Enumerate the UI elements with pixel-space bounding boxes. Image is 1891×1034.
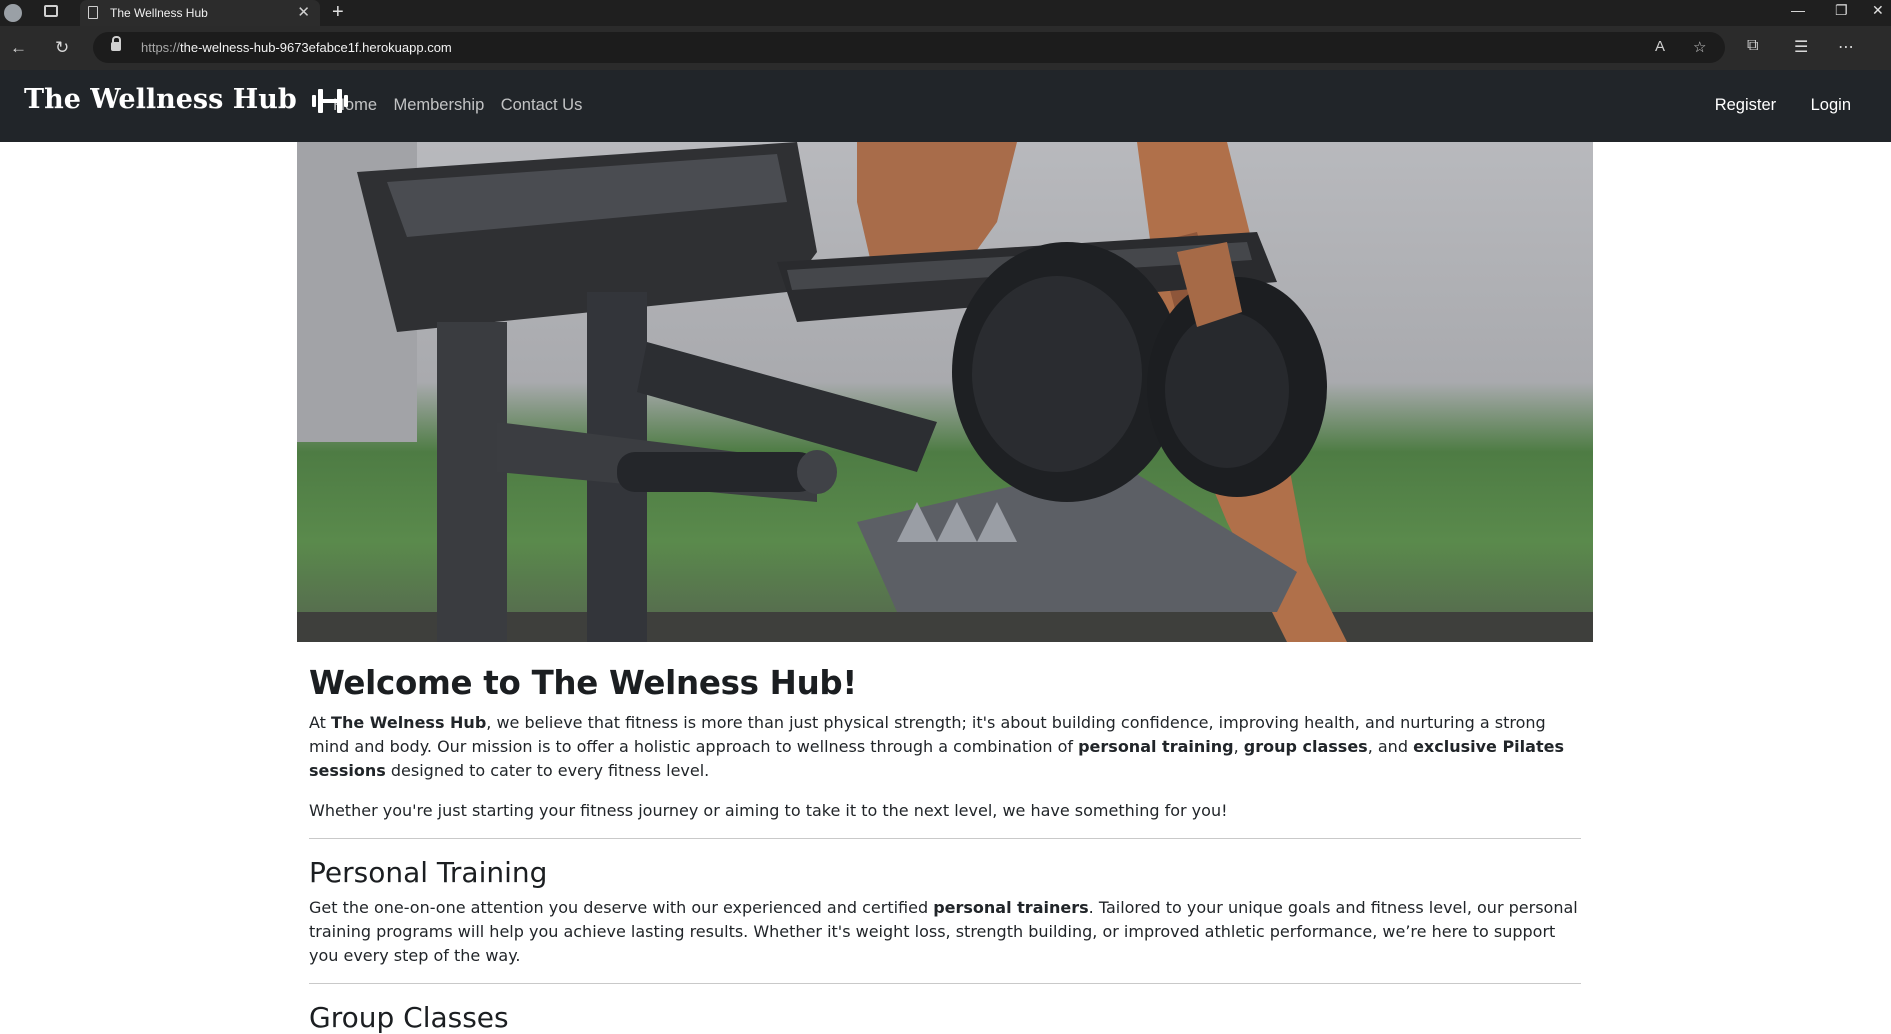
welcome-paragraph-1: At The Welness Hub, we believe that fitn… <box>309 713 1564 780</box>
section-divider <box>309 983 1581 984</box>
personal-training-heading: Personal Training <box>309 856 548 889</box>
browser-tab[interactable]: The Wellness Hub ✕ <box>80 0 320 26</box>
lock-icon[interactable] <box>111 36 121 51</box>
new-tab-icon[interactable]: + <box>332 1 344 24</box>
nav-membership-link[interactable]: Membership <box>393 96 484 114</box>
welcome-heading: Welcome to The Welness Hub! <box>309 664 857 702</box>
address-bar: ← ↻ https://the-welness-hub-9673efabce1f… <box>0 26 1891 70</box>
welcome-paragraph-2: Whether you're just starting your fitnes… <box>309 801 1228 820</box>
group-classes-heading: Group Classes <box>309 1001 509 1034</box>
brand-logo[interactable]: The Wellness Hub <box>24 84 350 116</box>
main-content: Welcome to The Welness Hub! At The Welne… <box>309 664 1581 1034</box>
close-tab-icon[interactable]: ✕ <box>297 3 310 21</box>
hero-illustration <box>297 142 1593 642</box>
section-divider <box>309 838 1581 839</box>
read-aloud-icon[interactable]: A <box>1655 38 1665 55</box>
personal-training-paragraph: Get the one-on-one attention you deserve… <box>309 898 1578 965</box>
brand-name: The Wellness Hub <box>24 84 297 115</box>
favorites-icon[interactable]: ☰ <box>1794 37 1808 57</box>
profile-avatar-icon[interactable] <box>4 4 22 22</box>
browser-tab-bar: The Wellness Hub ✕ + — ❐ ✕ <box>0 0 1891 26</box>
register-link[interactable]: Register <box>1715 96 1776 114</box>
login-link[interactable]: Login <box>1811 96 1851 114</box>
refresh-icon[interactable]: ↻ <box>55 38 69 58</box>
hero-image <box>297 142 1593 642</box>
extensions-icon[interactable]: ⧉ <box>1747 37 1758 55</box>
url-field[interactable]: https://the-welness-hub-9673efabce1f.her… <box>93 32 1725 63</box>
restore-icon[interactable]: ❐ <box>1835 2 1848 19</box>
primary-nav: Home Membership Contact Us <box>333 96 594 115</box>
minimize-icon[interactable]: — <box>1791 2 1805 18</box>
nav-home-link[interactable]: Home <box>333 96 377 114</box>
tab-title: The Wellness Hub <box>110 6 208 20</box>
auth-nav: Register Login <box>1685 96 1851 115</box>
site-navbar: The Wellness Hub Home Membership Contact… <box>0 70 1891 142</box>
more-menu-icon[interactable]: ⋯ <box>1838 37 1854 57</box>
favorite-star-icon[interactable]: ☆ <box>1693 38 1706 56</box>
back-icon[interactable]: ← <box>10 38 27 58</box>
tab-actions-icon[interactable] <box>44 5 58 17</box>
close-window-icon[interactable]: ✕ <box>1872 2 1884 19</box>
url-text: https://the-welness-hub-9673efabce1f.her… <box>141 40 452 55</box>
page-icon <box>88 6 98 19</box>
nav-contact-link[interactable]: Contact Us <box>501 96 583 114</box>
